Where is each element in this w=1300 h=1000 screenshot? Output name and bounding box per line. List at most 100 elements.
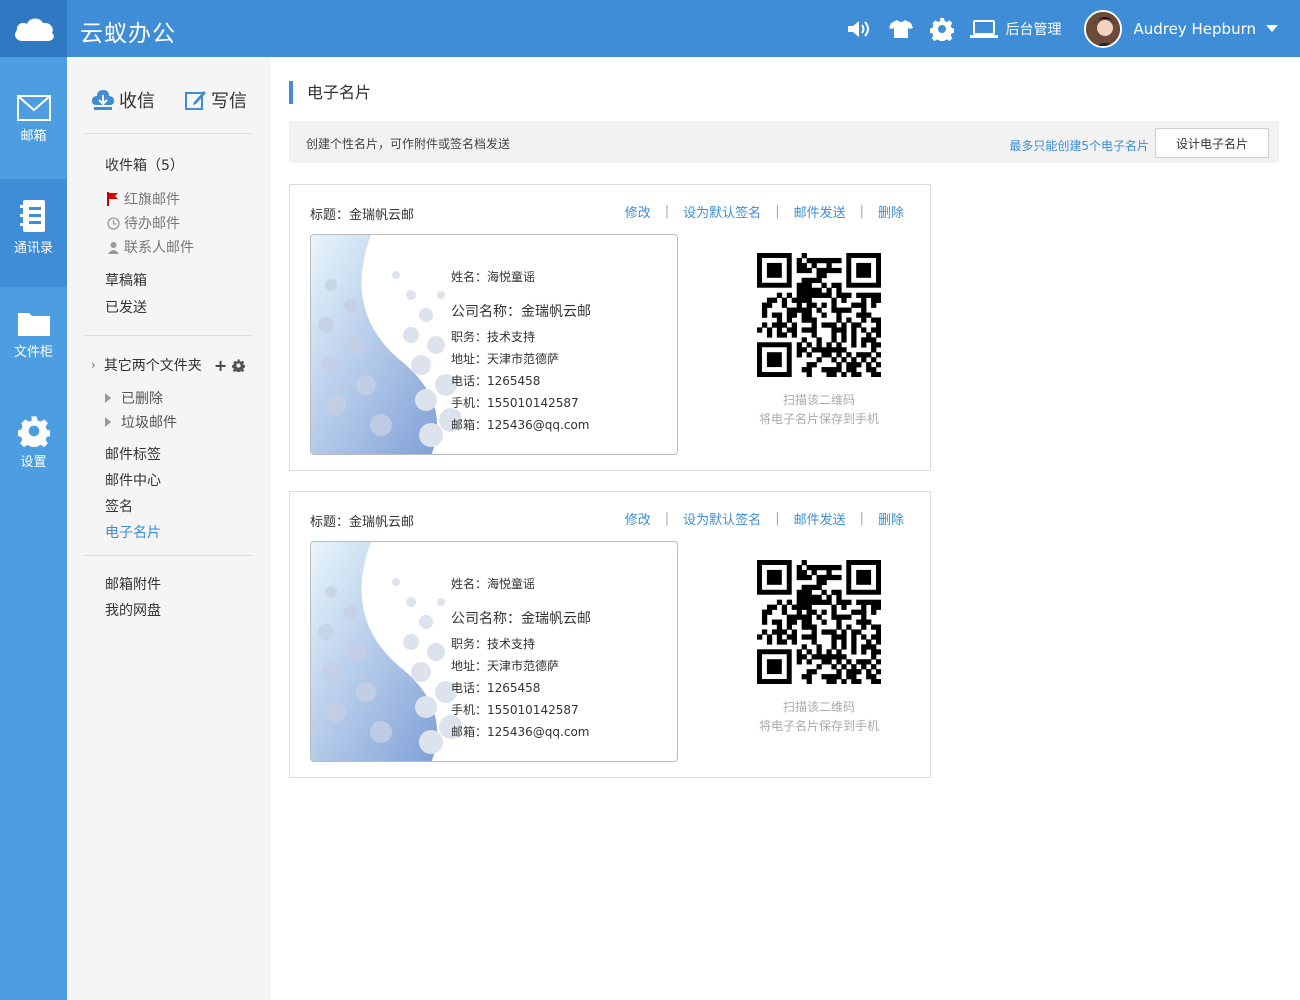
nav-settings[interactable]: 设置 — [0, 399, 67, 509]
card-mobile: 手机：155010142587 — [451, 703, 579, 717]
edit-link[interactable]: 修改 — [625, 509, 651, 528]
separator: | — [775, 204, 780, 219]
avatar[interactable] — [1083, 9, 1122, 48]
folder-sent[interactable]: 已发送 — [105, 297, 147, 317]
spam-label: 垃圾邮件 — [121, 415, 177, 431]
set-default-signature-link[interactable]: 设为默认签名 — [683, 202, 761, 221]
set-default-signature-link[interactable]: 设为默认签名 — [683, 509, 761, 528]
card-company: 公司名称：金瑞帆云邮 — [451, 304, 591, 320]
divider — [83, 555, 253, 556]
card-email: 邮箱：125436@qq.com — [451, 725, 590, 739]
nav-files-label: 文件柜 — [13, 345, 53, 360]
envelope-icon — [16, 95, 51, 121]
main-content: 电子名片 创建个性名片，可作附件或签名档发送 最多只能创建5个电子名片 设计电子… — [271, 57, 1300, 1000]
separator: | — [664, 511, 670, 526]
page-title: 电子名片 — [289, 81, 371, 104]
clock-icon — [105, 216, 121, 230]
other-folders-label: 其它两个文件夹 — [103, 358, 202, 374]
separator: | — [664, 204, 670, 219]
gear-icon[interactable] — [929, 16, 955, 42]
limit-text: 最多只能创建5个电子名片 — [1009, 139, 1149, 153]
other-folders-toggle[interactable]: › 其它两个文件夹 + — [91, 355, 246, 375]
cloud-logo-icon[interactable] — [0, 0, 67, 57]
qr-code-icon — [757, 253, 882, 378]
info-text: 创建个性名片，可作附件或签名档发送 — [306, 137, 511, 151]
todo-label: 待办邮件 — [124, 216, 180, 232]
card-mobile: 手机：155010142587 — [451, 396, 579, 410]
download-icon — [92, 90, 114, 110]
address-book-icon — [19, 200, 45, 232]
compose-button[interactable]: 写信 — [185, 87, 247, 113]
card-address: 地址：天津市范德萨 — [451, 659, 560, 673]
ecard-panel: 标题：金瑞帆云邮 修改 | 设为默认签名 | 邮件发送 | 删除 姓名：海悦童谣… — [289, 184, 931, 471]
separator: | — [775, 511, 780, 526]
nav-files[interactable]: 文件柜 — [0, 287, 67, 399]
netdisk-link[interactable]: 我的网盘 — [105, 600, 161, 620]
tshirt-icon[interactable] — [888, 16, 914, 42]
nav-contacts-label: 通讯录 — [13, 241, 53, 256]
delete-link[interactable]: 删除 — [878, 509, 904, 528]
mail-tags-link[interactable]: 邮件标签 — [105, 444, 161, 464]
delete-link[interactable]: 删除 — [878, 202, 904, 221]
deleted-label: 已删除 — [121, 391, 163, 407]
contacts-mail-label: 联系人邮件 — [124, 240, 194, 256]
ecard-link[interactable]: 电子名片 — [105, 522, 161, 542]
folder-deleted[interactable]: 已删除 — [105, 388, 163, 408]
separator: | — [859, 204, 864, 219]
caret-right-icon — [105, 417, 111, 427]
send-mail-link[interactable]: 邮件发送 — [794, 509, 846, 528]
qr-code-icon — [757, 560, 882, 685]
card-position: 职务：技术支持 — [451, 330, 536, 344]
compose-label: 写信 — [211, 91, 247, 112]
business-card: 姓名：海悦童谣 公司名称：金瑞帆云邮 职务：技术支持 地址：天津市范德萨 电话：… — [310, 541, 678, 762]
folder-flagged[interactable]: 红旗邮件 — [105, 189, 180, 209]
folder-todo[interactable]: 待办邮件 — [105, 213, 180, 233]
card-email: 邮箱：125436@qq.com — [451, 418, 590, 432]
card-company: 公司名称：金瑞帆云邮 — [451, 611, 591, 627]
nav-contacts[interactable]: 通讯录 — [0, 179, 67, 287]
separator: | — [859, 511, 864, 526]
card-position: 职务：技术支持 — [451, 637, 536, 651]
info-bar: 创建个性名片，可作附件或签名档发送 最多只能创建5个电子名片 设计电子名片 — [289, 121, 1279, 163]
plus-icon[interactable]: + — [214, 356, 227, 375]
send-mail-link[interactable]: 邮件发送 — [794, 202, 846, 221]
qr-caption-2: 将电子名片保存到手机 — [758, 412, 879, 426]
folder-contacts-mail[interactable]: 联系人邮件 — [105, 237, 194, 257]
chevron-down-icon[interactable] — [1266, 25, 1278, 32]
person-icon — [105, 241, 121, 254]
nav-mail[interactable]: 邮箱 — [0, 57, 67, 179]
folder-icon — [17, 313, 50, 336]
admin-label: 后台管理 — [1005, 21, 1062, 38]
mail-center-link[interactable]: 邮件中心 — [105, 470, 161, 490]
card-background-pattern — [311, 235, 461, 454]
attachments-link[interactable]: 邮箱附件 — [105, 574, 161, 594]
design-ecard-button[interactable]: 设计电子名片 — [1155, 128, 1269, 158]
caret-right-icon — [105, 393, 111, 403]
gear-icon — [17, 416, 50, 447]
card-title: 标题：金瑞帆云邮 — [310, 208, 415, 223]
card-address: 地址：天津市范德萨 — [451, 352, 560, 366]
divider — [83, 133, 253, 134]
laptop-icon — [969, 19, 998, 38]
edit-icon — [185, 91, 206, 110]
admin-link[interactable]: 后台管理 — [969, 19, 1062, 39]
receive-button[interactable]: 收信 — [91, 87, 155, 113]
ecard-panel: 标题：金瑞帆云邮 修改 | 设为默认签名 | 邮件发送 | 删除 姓名：海悦童谣… — [289, 491, 931, 778]
small-gear-icon[interactable] — [232, 359, 246, 372]
signature-link[interactable]: 签名 — [105, 496, 133, 516]
card-name: 姓名：海悦童谣 — [451, 270, 536, 284]
card-name: 姓名：海悦童谣 — [451, 577, 536, 591]
chevron-right-icon: › — [91, 358, 96, 372]
red-flag-icon — [105, 192, 121, 206]
left-nav: 邮箱 通讯录 文件柜 设置 — [0, 57, 67, 1000]
card-phone: 电话：1265458 — [451, 374, 541, 388]
speaker-icon[interactable] — [847, 16, 873, 42]
top-bar: 云蚁办公 后台管理 Audrey Hepburn — [0, 0, 1300, 57]
edit-link[interactable]: 修改 — [625, 202, 651, 221]
folder-drafts[interactable]: 草稿箱 — [105, 270, 147, 290]
folder-spam[interactable]: 垃圾邮件 — [105, 412, 177, 432]
card-phone: 电话：1265458 — [451, 681, 541, 695]
username[interactable]: Audrey Hepburn — [1134, 20, 1256, 38]
folder-inbox[interactable]: 收件箱（5） — [105, 155, 184, 175]
qr-caption-1: 扫描该二维码 — [782, 393, 855, 407]
